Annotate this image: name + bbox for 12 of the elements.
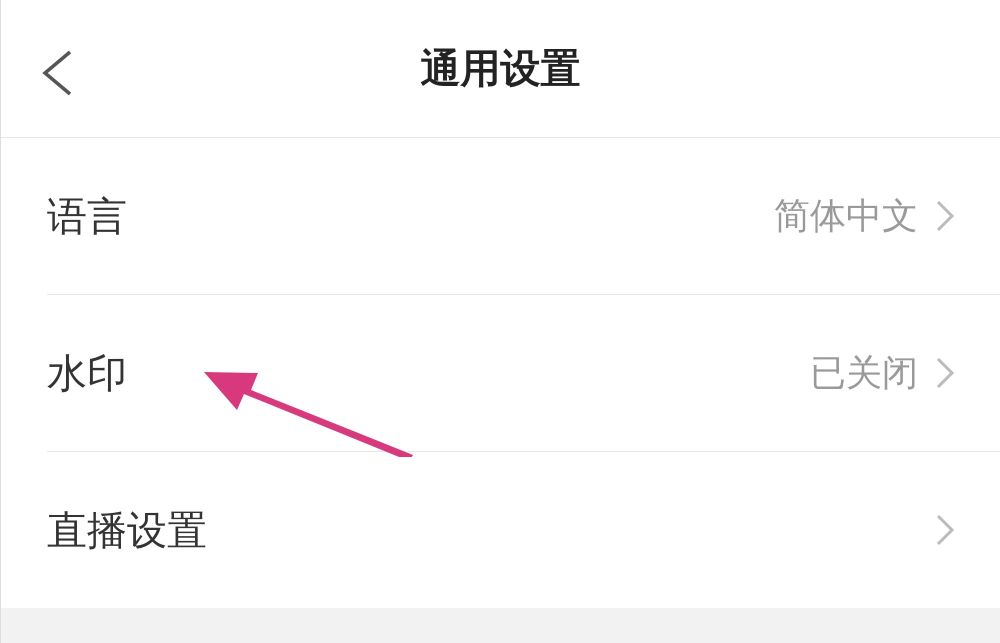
chevron-right-icon: [936, 200, 954, 232]
row-value: 简体中文: [774, 194, 918, 238]
settings-row[interactable]: 直播设置: [47, 452, 1000, 608]
row-label: 水印: [47, 350, 127, 398]
page-title: 通用设置: [420, 45, 580, 94]
row-value: 已关闭: [810, 352, 918, 396]
settings-row[interactable]: 语言 简体中文: [47, 138, 1000, 295]
row-label: 直播设置: [47, 506, 207, 556]
back-icon[interactable]: [41, 50, 73, 96]
chevron-right-icon: [936, 514, 954, 546]
row-label: 语言: [47, 192, 127, 242]
chevron-right-icon: [936, 357, 954, 389]
